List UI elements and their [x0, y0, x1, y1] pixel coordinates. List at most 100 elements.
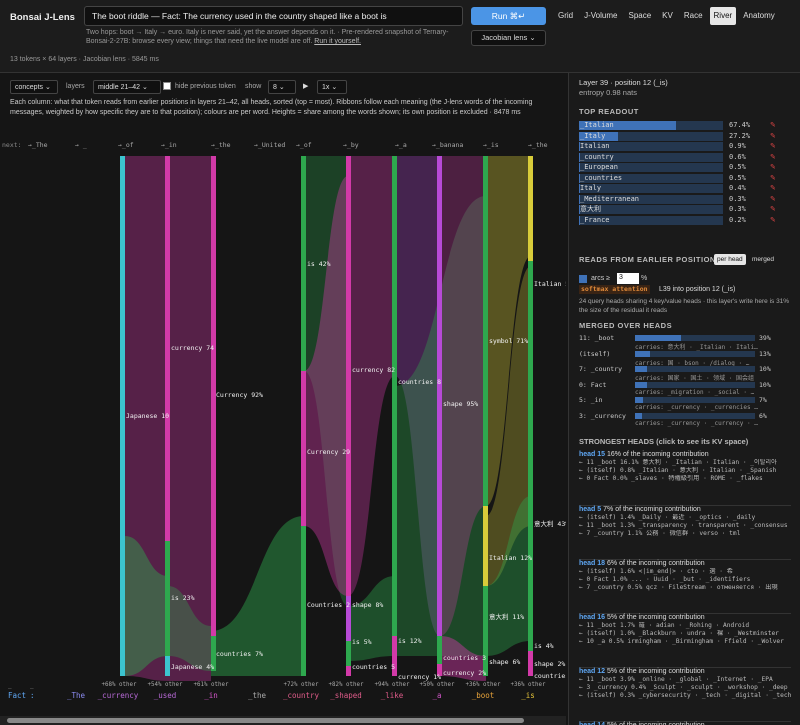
pin-icon[interactable]: ✎	[770, 195, 776, 204]
river-label: countries	[534, 672, 566, 680]
horizontal-scrollbar[interactable]	[0, 716, 566, 725]
head-block[interactable]: head 18 6% of the incoming contribution ←…	[579, 559, 791, 592]
head-block[interactable]: head 12 5% of the incoming contribution ←…	[579, 667, 791, 700]
readout-row[interactable]: _Italian 67.4% ✎	[579, 121, 784, 130]
hide-previous-checkbox[interactable]	[163, 82, 171, 90]
river-plot[interactable]: next: →_The → _ →_of →_in →_the →_United →_of →_…	[0, 136, 566, 716]
reads-title: READS FROM EARLIER POSITIONS	[579, 255, 722, 264]
tab-grid[interactable]: Grid	[554, 7, 577, 25]
run-button[interactable]: Run ⌘↵	[471, 7, 546, 25]
river-description: Each column: what that token reads from …	[10, 99, 533, 116]
tab-river[interactable]: River	[709, 7, 737, 25]
pin-icon[interactable]: ✎	[770, 184, 776, 193]
play-button[interactable]: ▶	[303, 82, 308, 90]
column-segment	[437, 156, 442, 636]
readout-row[interactable]: 意大利 0.3% ✎	[579, 205, 784, 214]
pin-icon[interactable]: ✎	[770, 216, 776, 225]
readout-pct: 0.4%	[729, 184, 746, 192]
head-header[interactable]: head 16 5% of the incoming contribution	[579, 614, 791, 622]
merged-bar	[635, 397, 755, 403]
column-segment	[437, 636, 442, 664]
show-select[interactable]: 8 ⌄	[268, 80, 296, 94]
pin-icon[interactable]: ✎	[770, 132, 776, 141]
head-name[interactable]: head 16	[579, 614, 605, 621]
layers-select[interactable]: middle 21–42 ⌄	[93, 80, 161, 94]
head-source-line: ← 11 _boot 16.1% 意大利 · _Italian · Italia…	[579, 459, 777, 466]
column-segment	[392, 156, 397, 376]
readout-row[interactable]: _country 0.6% ✎	[579, 152, 784, 162]
prompt-input[interactable]: The boot riddle — Fact: The currency use…	[84, 6, 463, 26]
ribbon-countries	[348, 576, 395, 661]
column-segment	[346, 641, 351, 666]
softmax-text: L39 into position 12 (_is)	[659, 286, 736, 293]
river-label: currency 74	[171, 344, 214, 352]
next-token: →_the	[211, 141, 231, 149]
merged-pct: 13%	[759, 349, 771, 358]
readout-row[interactable]: _European 0.5% ✎	[579, 163, 784, 172]
readout-row[interactable]: _Italy 27.2% ✎	[579, 131, 784, 141]
arcs-unit: %	[641, 275, 648, 282]
head-source-line: ← 0 Fact 1.0% ... · Uuid · _but · _ident…	[579, 576, 751, 583]
merged-bar	[635, 350, 755, 357]
head-header[interactable]: head 18 6% of the incoming contribution	[579, 560, 791, 568]
pin-icon[interactable]: ✎	[770, 174, 776, 183]
merged-bar	[635, 412, 755, 419]
merged-title: MERGED OVER HEADS	[579, 321, 673, 330]
per-head-toggle[interactable]: per head	[714, 254, 746, 265]
pin-icon[interactable]: ✎	[770, 121, 776, 130]
tab-kv[interactable]: KV	[658, 7, 677, 25]
speed-select[interactable]: 1x ⌄	[317, 80, 347, 94]
river-label: 意大利 43%	[534, 519, 566, 528]
column-segment	[165, 541, 170, 656]
pin-icon[interactable]: ✎	[770, 163, 776, 172]
head-source-line: ← (itself) 0.3% _cybersecurity · _tech ·…	[579, 692, 791, 699]
river-label: Japanese 10	[126, 412, 169, 420]
readout-token: Italy	[580, 184, 602, 192]
tab-race[interactable]: Race	[680, 7, 707, 25]
readout-row[interactable]: Italian 0.9% ✎	[579, 142, 784, 151]
head-header[interactable]: head 5 7% of the incoming contribution	[579, 506, 791, 514]
strongest-title: STRONGEST HEADS (click to see its KV spa…	[579, 437, 749, 446]
readout-row[interactable]: _Mediterranean 0.3% ✎	[579, 194, 784, 204]
river-label: Italian 5	[534, 280, 566, 288]
bottom-token: Fact	[8, 691, 26, 700]
note-text: Two hops: boot → Italy → euro. Italy is …	[86, 29, 449, 45]
tab-anatomy[interactable]: Anatomy	[739, 7, 779, 25]
column-segment	[301, 371, 306, 526]
pin-icon[interactable]: ✎	[770, 153, 776, 162]
head-source-line: ← (itself) 1.0% _Blackburn · undra · 裸 ·…	[579, 630, 779, 637]
readout-row[interactable]: Italy 0.4% ✎	[579, 184, 784, 193]
scrollbar-thumb[interactable]	[7, 718, 524, 723]
head-header[interactable]: head 12 5% of the incoming contribution	[579, 668, 791, 676]
head-source-line: ← 7 _country 1.1% 公務 · 微信群 · verso · tml	[579, 530, 741, 537]
head-block[interactable]: head 15 16% of the incoming contribution…	[579, 451, 791, 483]
next-token: →_by	[343, 141, 359, 149]
merged-toggle[interactable]: merged	[752, 254, 774, 265]
river-label: is 12%	[398, 637, 422, 645]
head-name[interactable]: head 12	[579, 668, 605, 675]
head-block[interactable]: head 16 5% of the incoming contribution ←…	[579, 613, 791, 646]
bottom-token: _shaped	[330, 691, 362, 700]
tab-j-volume[interactable]: J-Volume	[580, 7, 621, 25]
head-header[interactable]: head 15 16% of the incoming contribution	[579, 451, 791, 459]
head-block[interactable]: head 5 7% of the incoming contribution ← …	[579, 505, 791, 538]
lens-select[interactable]: Jacobian lens ⌄	[471, 30, 546, 46]
run-it-yourself-link[interactable]: Run it yourself.	[314, 38, 361, 45]
show-label: show	[245, 83, 262, 90]
mode-select[interactable]: concepts ⌄	[10, 80, 58, 94]
head-name[interactable]: head 5	[579, 506, 601, 513]
pin-icon[interactable]: ✎	[770, 205, 776, 214]
head-name[interactable]: head 18	[579, 560, 605, 567]
pin-icon[interactable]: ✎	[770, 142, 776, 151]
river-svg[interactable]: next: →_The → _ →_of →_in →_the →_United →_of →_…	[0, 136, 566, 716]
next-token: →_a	[395, 141, 407, 149]
head-name[interactable]: head 15	[579, 451, 605, 458]
arcs-threshold-input[interactable]: 3	[617, 273, 639, 284]
readout-row[interactable]: _countries 0.5% ✎	[579, 173, 784, 183]
arcs-checkbox[interactable]	[579, 275, 587, 283]
next-token: →_of	[118, 141, 134, 149]
readout-row[interactable]: _France 0.2% ✎	[579, 215, 784, 225]
river-label: is 5%	[352, 638, 372, 646]
tab-space[interactable]: Space	[624, 7, 655, 25]
head-block[interactable]: head 14 5% of the incoming contribution	[579, 721, 791, 725]
